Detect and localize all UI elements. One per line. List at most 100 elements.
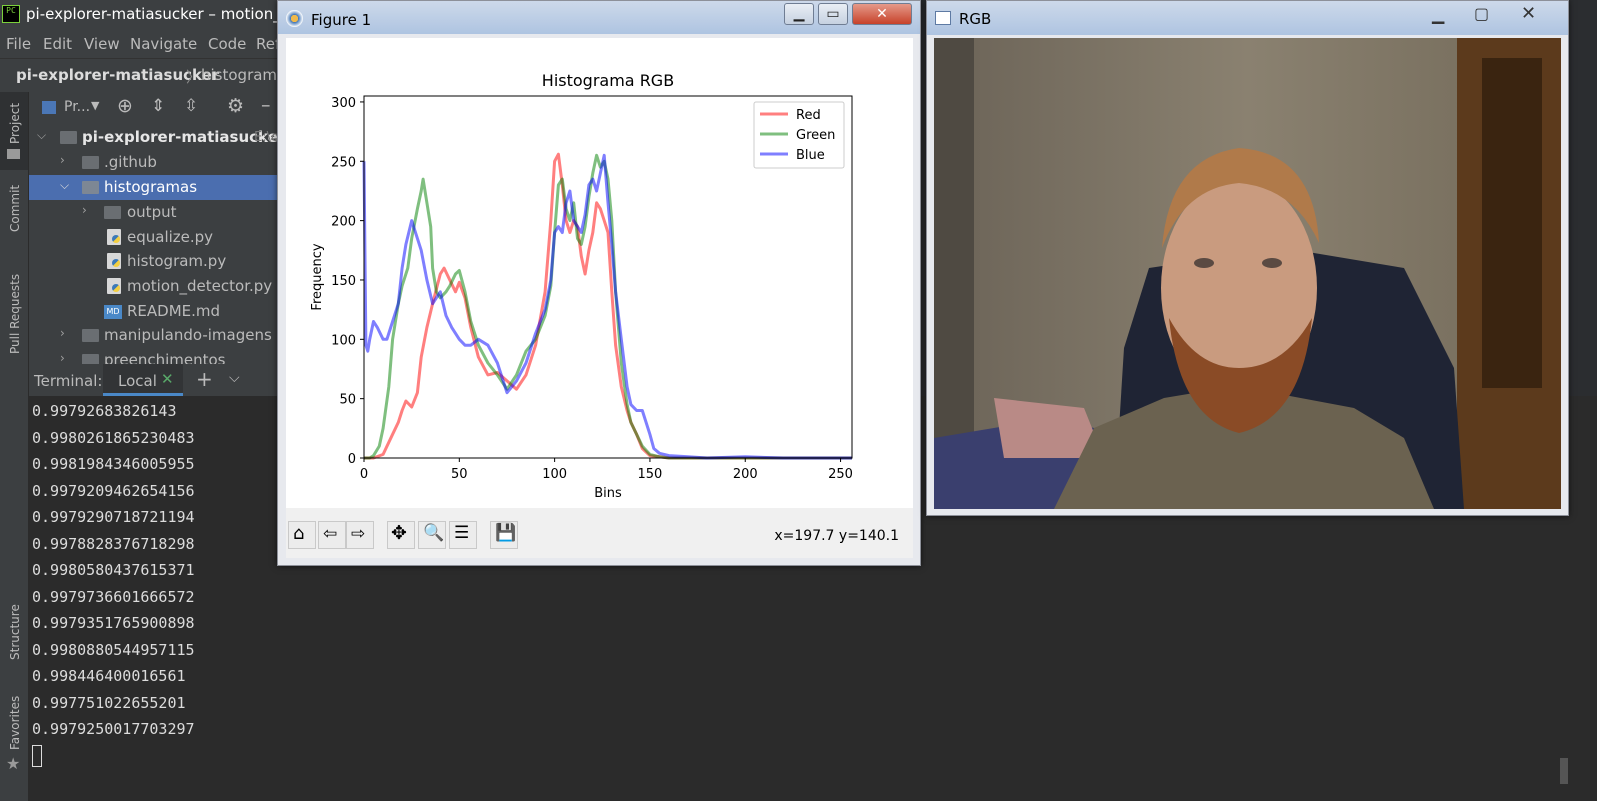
y-tick-label: 200 [331,215,356,230]
tree-row-equalize[interactable]: equalize.py [29,225,290,250]
menu-file[interactable]: File [6,35,31,53]
ide-menubar: File Edit View Navigate Code Refa [0,30,290,58]
tree-row-root[interactable]: ⌵ pi-explorer-matiasucker E:\c [29,125,290,150]
webcam-frame-image [934,38,1561,509]
figure-toolbar: ⌂ ⇦ ⇨ ✥ 🔍 ☰ 💾 x=197.7 y=140.1 [286,508,913,558]
y-tick-label: 0 [348,452,356,467]
configure-icon: ☰ [454,523,470,543]
python-file-icon [107,253,121,269]
back-button[interactable]: ⇦ [318,521,346,549]
ide-window-title: pi-explorer-matiasucker – motion_dete [26,5,315,23]
tree-label: .github [104,153,157,171]
y-tick-label: 50 [339,393,356,408]
x-axis-label: Bins [594,486,622,501]
terminal-line: 0.9980880544957115 [32,641,195,659]
home-button[interactable]: ⌂ [288,521,316,549]
python-file-icon [107,278,121,294]
x-tick-label: 150 [638,467,663,482]
tree-label: motion_detector.py [127,277,273,295]
tree-label: equalize.py [127,228,214,246]
breadcrumb-folder[interactable]: histograma [201,66,286,84]
figure-canvas[interactable]: 0 50 100 150 200 250 0 50 100 150 200 250 300 Histogr… [286,38,913,508]
maximize-icon[interactable]: ▢ [1474,4,1489,23]
x-tick-label: 0 [360,467,368,482]
close-button[interactable]: ✕ [852,3,912,25]
chevron-down-icon[interactable]: ⌵ [229,370,240,386]
folder-icon [7,149,20,159]
histogram-chart: 0 50 100 150 200 250 0 50 100 150 200 250 300 Histogr… [310,71,853,501]
figure-titlebar[interactable]: Figure 1 ▁ ▭ ✕ [278,1,920,34]
tree-row-github[interactable]: › .github [29,150,290,175]
hide-icon[interactable]: – [261,94,271,116]
tree-row-preenchimentos[interactable]: › preenchimentos [29,348,290,364]
tree-row-motion-detector[interactable]: motion_detector.py [29,274,290,299]
x-tick-label: 100 [542,467,567,482]
add-tab-icon[interactable]: + [196,367,213,391]
y-tick-label: 250 [331,155,356,170]
chevron-right-icon[interactable]: › [60,153,65,167]
figure-window: Figure 1 ▁ ▭ ✕ 0 50 100 150 200 250 0 50 100 150 2… [277,0,921,566]
rgb-titlebar[interactable]: RGB ▁ ▢ ✕ [927,1,1568,35]
x-tick-label: 200 [733,467,758,482]
locate-icon[interactable]: ⊕ [117,95,133,117]
y-tick-label: 300 [331,96,356,111]
terminal-line: 0.9981984346005955 [32,455,195,473]
star-icon: ★ [6,754,21,773]
tree-row-readme[interactable]: MD README.md [29,299,290,324]
y-tick-label: 100 [331,333,356,348]
terminal-header: Terminal: Local ✕ + ⌵ [29,364,290,396]
legend-label-blue: Blue [796,148,825,163]
terminal-scrollbar[interactable] [1560,758,1568,784]
gear-icon[interactable]: ⚙ [227,95,244,117]
expand-all-icon[interactable]: ⇕ [151,96,165,116]
project-view-selector[interactable]: Pr... [64,99,90,115]
chevron-down-icon[interactable]: ▼ [91,99,99,112]
menu-edit[interactable]: Edit [43,35,72,53]
chevron-right-icon[interactable]: › [60,326,65,340]
window-app-icon [935,11,951,25]
zoom-button[interactable]: 🔍 [418,521,446,549]
forward-icon: ⇨ [351,524,366,544]
pan-button[interactable]: ✥ [387,521,415,549]
tree-row-output[interactable]: › output [29,200,290,225]
chevron-right-icon[interactable]: › [60,351,65,364]
tree-row-manipulando[interactable]: › manipulando-imagens [29,323,290,348]
y-tick-label: 150 [331,274,356,289]
collapse-all-icon[interactable]: ⇳ [184,96,198,116]
save-button[interactable]: 💾 [490,521,518,549]
tree-row-histogramas[interactable]: ⌵ histogramas [29,175,290,200]
folder-icon [82,329,99,342]
chevron-down-icon[interactable]: ⌵ [37,128,46,143]
chevron-down-icon[interactable]: ⌵ [60,178,69,193]
folder-icon [82,181,99,194]
breadcrumb: pi-explorer-matiasucker 〉 histograma [0,58,290,94]
chevron-right-icon[interactable]: › [82,203,87,217]
tree-label: preenchimentos [104,351,226,364]
menu-navigate[interactable]: Navigate [130,35,197,53]
project-tree: ⌵ pi-explorer-matiasucker E:\c › .github… [29,124,290,364]
legend-label-red: Red [796,108,821,123]
zoom-icon: 🔍 [423,523,445,543]
configure-button[interactable]: ☰ [449,521,477,549]
tree-row-histogram[interactable]: histogram.py [29,249,290,274]
terminal-label: Terminal: [34,372,103,390]
menu-view[interactable]: View [84,35,120,53]
y-axis-label: Frequency [310,243,325,310]
maximize-button[interactable]: ▭ [818,3,848,25]
terminal-line: 0.9979290718721194 [32,508,195,526]
close-icon[interactable]: ✕ [161,370,174,388]
legend-label-green: Green [796,128,835,143]
close-icon[interactable]: ✕ [1521,3,1536,24]
rgb-window: RGB ▁ ▢ ✕ [926,0,1569,516]
home-icon: ⌂ [293,523,305,544]
terminal-line: 0.9979736601666572 [32,588,195,606]
tab-local[interactable]: Local ✕ [103,364,183,396]
menu-code[interactable]: Code [208,35,246,53]
pan-icon: ✥ [391,522,407,544]
minimize-button[interactable]: ▁ [784,3,814,25]
project-view-icon [42,101,56,114]
pycharm-logo-icon: PC [2,5,20,23]
minimize-icon[interactable]: ▁ [1432,5,1444,24]
forward-button[interactable]: ⇨ [346,521,374,549]
terminal-line: 0.9978828376718298 [32,535,195,553]
